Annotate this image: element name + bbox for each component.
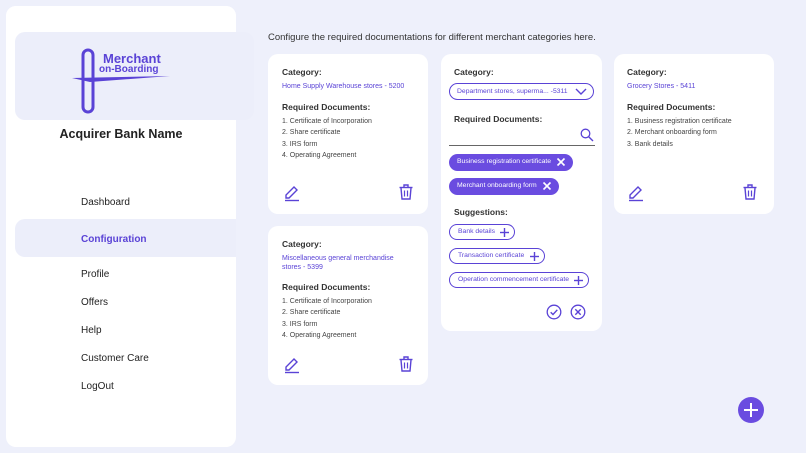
document-search-input[interactable] [449,128,577,144]
document-item: 2. Share certificate [282,129,341,137]
close-icon[interactable] [541,180,553,192]
nav-offers[interactable]: Offers [81,297,108,308]
plus-icon [574,276,583,285]
required-label: Required Documents: [627,102,716,112]
document-item: 2. Merchant onboarding form [627,129,717,137]
document-list: 1. Certificate of Incorporation 2. Share… [282,296,372,341]
document-item: 4. Operating Agreement [282,331,357,339]
category-label: Category: [454,67,494,77]
logo: Merchant on-Boarding [15,32,254,120]
add-category-button[interactable] [738,397,764,423]
category-select-value: Department stores, superma... -5311 [457,88,568,95]
delete-icon[interactable] [397,355,415,373]
search-underline [449,145,595,146]
nav-help[interactable]: Help [81,325,102,336]
page-intro: Configure the required documentations fo… [268,32,596,43]
category-card: Category: Grocery Stores - 5411 Required… [614,54,774,214]
category-value-line2: stores - 5399 [282,264,323,271]
edit-icon[interactable] [283,356,301,374]
bank-name: Acquirer Bank Name [59,127,183,141]
document-item: 3. IRS form [282,320,318,328]
chevron-down-icon [575,88,587,95]
suggestion-label: Bank details [458,228,496,235]
nav-customer-care[interactable]: Customer Care [81,353,149,364]
suggestion-label: Operation commencement certificate [458,276,570,283]
required-label: Required Documents: [282,102,371,112]
edit-icon[interactable] [627,184,645,202]
nav-profile[interactable]: Profile [81,269,109,280]
category-card: Category: Home Supply Warehouse stores -… [268,54,428,214]
document-item: 1. Certificate of Incorporation [282,118,372,125]
category-value: Home Supply Warehouse stores - 5200 [282,83,405,90]
category-value-line1: Miscellaneous general merchandise [282,255,394,262]
document-item: 1. Certificate of Incorporation [282,298,372,305]
close-icon[interactable] [555,156,567,168]
document-list: 1. Business registration certificate 2. … [627,116,732,150]
category-value: Miscellaneous general merchandise stores… [282,254,394,272]
document-list: 1. Certificate of Incorporation 2. Share… [282,116,372,161]
edit-icon[interactable] [283,184,301,202]
logo-text-line2: on-Boarding [99,64,159,75]
required-label: Required Documents: [282,282,371,292]
document-item: 1. Business registration certificate [627,118,732,125]
category-select[interactable]: Department stores, superma... -5311 [449,83,594,100]
category-label: Category: [282,67,322,77]
chip-label: Merchant onboarding form [457,182,537,189]
category-card: Category: Miscellaneous general merchand… [268,226,428,385]
suggestion-chip[interactable]: Transaction certificate [449,248,545,264]
nav-configuration[interactable]: Configuration [81,234,147,245]
cancel-icon[interactable] [570,304,586,320]
document-item: 3. Bank details [627,140,673,148]
suggestion-label: Transaction certificate [458,252,525,259]
delete-icon[interactable] [397,183,415,201]
category-editor-card: Category: Department stores, superma... … [441,54,602,331]
category-label: Category: [282,239,322,249]
document-item: 4. Operating Agreement [282,151,357,159]
required-label: Required Documents: [454,114,543,124]
category-value: Grocery Stores - 5411 [627,83,696,90]
category-label: Category: [627,67,667,77]
check-icon[interactable] [546,304,562,320]
suggestions-label: Suggestions: [454,207,508,217]
delete-icon[interactable] [741,183,759,201]
document-chip: Business registration certificate [449,154,573,171]
chip-label: Business registration certificate [457,158,552,165]
nav-logout[interactable]: LogOut [81,381,114,392]
suggestion-chip[interactable]: Bank details [449,224,515,240]
search-icon[interactable] [580,128,594,142]
nav-dashboard[interactable]: Dashboard [81,197,130,208]
document-item: 2. Share certificate [282,309,341,317]
plus-icon [530,252,539,261]
document-item: 3. IRS form [282,140,318,148]
add-icon [744,403,758,417]
suggestion-chip[interactable]: Operation commencement certificate [449,272,589,288]
plus-icon [500,228,509,237]
document-chip: Merchant onboarding form [449,178,559,195]
